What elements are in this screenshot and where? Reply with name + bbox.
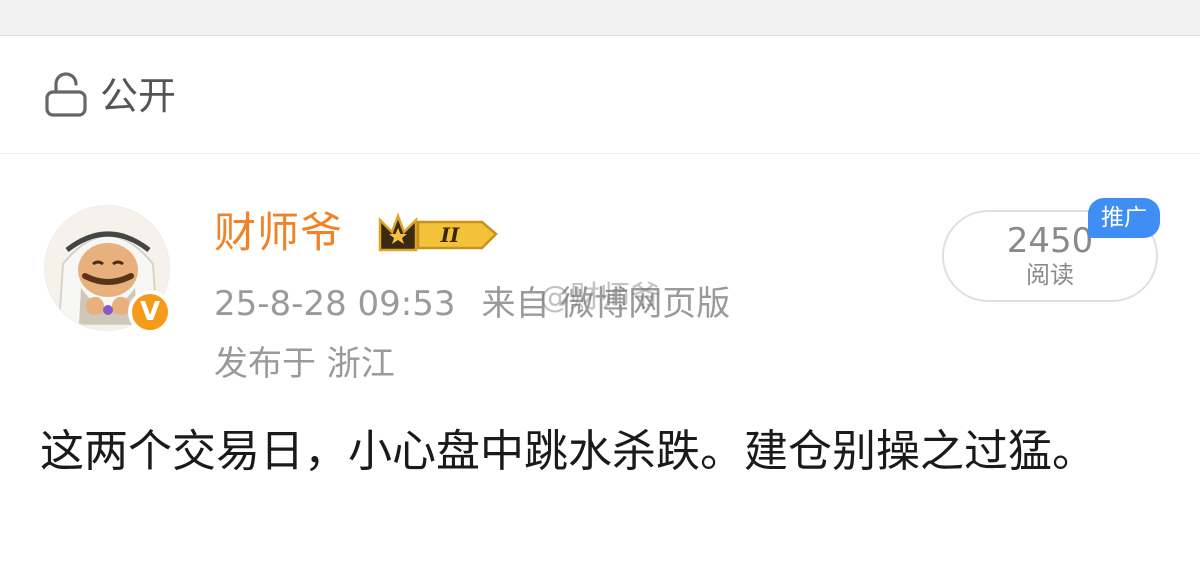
vip-level: II [440,223,460,247]
post-text: 这两个交易日，小心盘中跳水杀跌。建仓别操之过猛。 [40,426,1096,477]
top-strip [0,0,1200,36]
watermark: @财师爷 [540,280,660,315]
visibility-row[interactable] [0,36,1200,154]
post-timestamp: 25-8-28 09:53 [214,284,456,324]
promo-button[interactable]: 推广 [1088,198,1160,238]
verified-badge: V [128,290,172,334]
lock-open-icon [45,72,87,117]
author-name[interactable]: 财师爷 [214,206,343,260]
post-location: 发布于 浙江 [214,344,395,384]
views-label: 阅读 [1026,261,1074,289]
vip-crown-badge-icon[interactable]: II [376,208,504,258]
visibility-label[interactable]: 公开 [100,74,176,118]
